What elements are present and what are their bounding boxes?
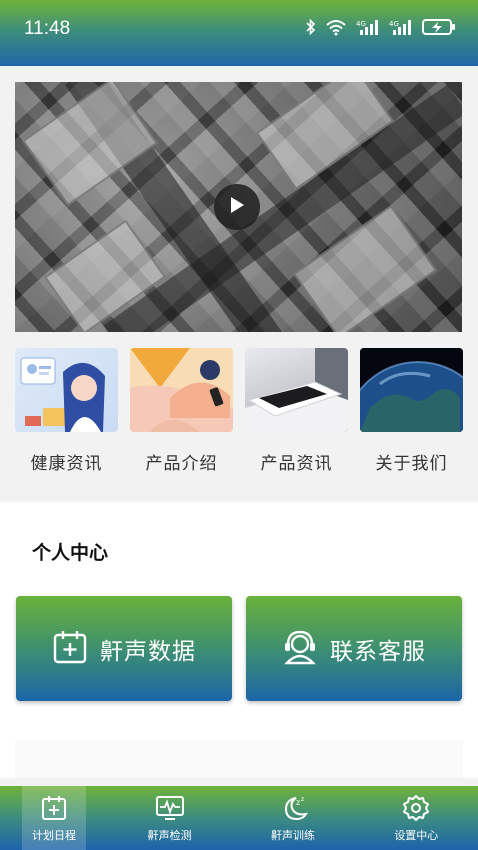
gear-icon [402, 792, 430, 824]
content-strip [15, 740, 463, 778]
status-icons: 4G 4G [306, 18, 456, 36]
status-time: 11:48 [24, 18, 71, 39]
wifi-icon [325, 18, 347, 36]
svg-text:4G: 4G [389, 20, 399, 28]
4g-signal-icon: 4G [389, 18, 413, 36]
svg-text:z: z [301, 796, 304, 803]
battery-charging-icon [422, 18, 456, 36]
tab-schedule[interactable]: 计划日程 [22, 786, 86, 850]
category-label: 产品资讯 [260, 454, 333, 474]
category-label: 产品介绍 [145, 454, 218, 474]
monitor-wave-icon [155, 792, 185, 824]
contact-service-button[interactable]: 联系客服 [246, 596, 462, 701]
personal-center-section: 个人中心 鼾声数据 联系客服 [0, 502, 478, 778]
4g-signal-icon: 4G [356, 18, 380, 36]
section-title: 个人中心 [32, 542, 109, 564]
phone-on-pad-photo [245, 348, 348, 432]
video-banner[interactable] [15, 82, 462, 332]
snore-data-button[interactable]: 鼾声数据 [16, 596, 232, 701]
svg-text:4G: 4G [356, 20, 366, 28]
tab-settings[interactable]: 设置中心 [355, 786, 478, 850]
contact-service-label: 联系客服 [330, 638, 426, 665]
earth-photo [360, 348, 463, 432]
tab-label: 设置中心 [394, 829, 439, 842]
category-label: 关于我们 [375, 454, 448, 474]
status-bar: 11:48 4G 4G [0, 0, 478, 66]
category-about-us[interactable]: 关于我们 [360, 348, 463, 474]
category-health-news[interactable]: 健康资讯 [15, 348, 118, 474]
headset-icon [282, 629, 318, 669]
tab-snore-detection[interactable]: 鼾声检测 [108, 786, 231, 850]
doctor-illustration [15, 348, 118, 432]
play-button[interactable] [214, 184, 260, 230]
tab-label: 鼾声训练 [270, 829, 315, 842]
snore-data-label: 鼾声数据 [100, 638, 196, 665]
person-with-phone-illustration [130, 348, 233, 432]
bottom-tab-bar: 计划日程 鼾声检测 z z 鼾声训练 设置中心 [0, 786, 478, 850]
tab-label: 鼾声检测 [147, 829, 192, 842]
tab-snore-training[interactable]: z z 鼾声训练 [231, 786, 354, 850]
calendar-plus-icon [40, 792, 68, 824]
moon-sleep-icon: z z [278, 792, 308, 824]
play-icon [228, 195, 246, 219]
category-row: 健康资讯 产品介绍 产品资讯 关于我们 [15, 348, 463, 478]
category-label: 健康资讯 [30, 454, 103, 474]
category-product-intro[interactable]: 产品介绍 [130, 348, 233, 474]
category-product-news[interactable]: 产品资讯 [245, 348, 348, 474]
calendar-plus-icon [52, 629, 88, 669]
tab-label: 计划日程 [32, 829, 76, 842]
bluetooth-icon [306, 18, 316, 36]
svg-text:z: z [296, 798, 300, 807]
